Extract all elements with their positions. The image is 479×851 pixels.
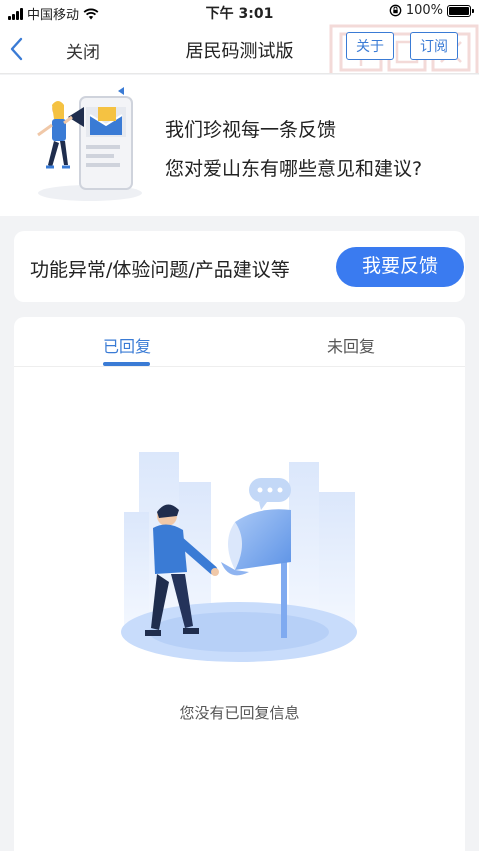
orientation-lock-icon <box>389 4 402 17</box>
status-right: 100% <box>389 3 474 18</box>
battery-percent: 100% <box>405 3 443 18</box>
about-button[interactable]: 关于 <box>346 32 394 60</box>
page-title: 居民码测试版 <box>185 41 294 62</box>
feedback-megaphone-illustration <box>37 87 142 201</box>
battery-icon <box>447 4 474 17</box>
status-bar: 中国移动 下午 3:01 100% <box>0 0 479 24</box>
active-tab-indicator <box>103 362 150 366</box>
feedback-categories-hint: 功能异常/体验问题/产品建议等 <box>30 259 290 281</box>
subscribe-button[interactable]: 订阅 <box>410 32 458 60</box>
banner-subline: 您对爱山东有哪些意见和建议? <box>165 158 423 180</box>
banner-headline: 我们珍视每一条反馈 <box>165 119 337 141</box>
tab-bar: 已回复 未回复 <box>14 317 465 367</box>
empty-state-message: 您没有已回复信息 <box>179 704 300 722</box>
empty-mailbox-illustration <box>121 452 357 662</box>
tab-replied[interactable]: 已回复 <box>103 333 151 357</box>
feedback-list-panel: 已回复 未回复 您没有已回复信息 <box>14 317 465 851</box>
feedback-card: 功能异常/体验问题/产品建议等 我要反馈 <box>14 231 465 302</box>
tab-unreplied[interactable]: 未回复 <box>327 333 375 357</box>
feedback-banner: 我们珍视每一条反馈 您对爱山东有哪些意见和建议? <box>0 75 479 216</box>
navbar: 关闭 居民码测试版 关于 订阅 <box>0 24 479 74</box>
submit-feedback-button[interactable]: 我要反馈 <box>336 247 464 287</box>
